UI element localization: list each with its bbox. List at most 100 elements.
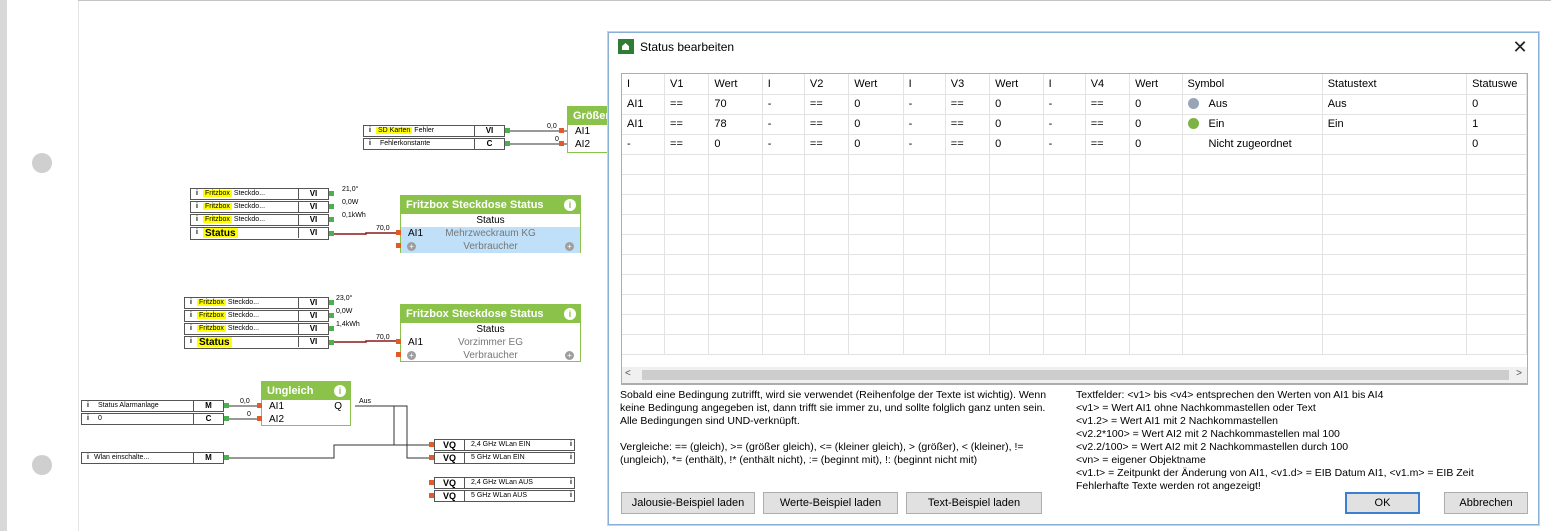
- input-pin[interactable]: [396, 230, 401, 235]
- block-input-ai1[interactable]: AI1 Q: [262, 400, 350, 413]
- table-cell[interactable]: [1466, 154, 1527, 175]
- table-cell[interactable]: [1043, 274, 1086, 295]
- table-cell[interactable]: [1182, 334, 1323, 355]
- table-cell[interactable]: [1322, 254, 1468, 275]
- table-cell[interactable]: 0: [708, 134, 763, 155]
- dialog-titlebar[interactable]: Status bearbeiten ✕: [609, 33, 1538, 61]
- column-header[interactable]: Statuswe: [1466, 74, 1527, 95]
- input-pin[interactable]: [257, 416, 262, 421]
- table-cell[interactable]: -: [1043, 114, 1086, 135]
- table-cell[interactable]: [664, 334, 710, 355]
- input-object[interactable]: i 0 C: [81, 413, 224, 425]
- table-cell[interactable]: [1129, 194, 1183, 215]
- empty-row[interactable]: [622, 254, 1527, 275]
- empty-row[interactable]: [622, 294, 1527, 315]
- column-header[interactable]: Wert: [989, 74, 1044, 95]
- load-text-example-button[interactable]: Text-Beispiel laden: [906, 492, 1042, 514]
- table-cell[interactable]: [848, 174, 904, 195]
- table-cell[interactable]: [1085, 194, 1131, 215]
- table-cell[interactable]: [762, 254, 805, 275]
- table-cell[interactable]: -: [762, 134, 805, 155]
- table-cell[interactable]: 0: [1466, 94, 1527, 115]
- input-pin[interactable]: [429, 493, 434, 498]
- table-cell[interactable]: [762, 294, 805, 315]
- output-pin[interactable]: [329, 300, 334, 305]
- table-cell[interactable]: [804, 294, 850, 315]
- column-header[interactable]: Wert: [848, 74, 904, 95]
- table-cell[interactable]: [664, 194, 710, 215]
- table-cell[interactable]: [664, 154, 710, 175]
- block-consumer-row[interactable]: + Verbraucher +: [401, 240, 580, 253]
- output-pin[interactable]: [329, 191, 334, 196]
- table-cell[interactable]: [622, 334, 666, 355]
- block-fritzbox-status-1[interactable]: Fritzbox Steckdose Status i Status Mehrzw…: [400, 195, 581, 253]
- table-cell[interactable]: [1322, 234, 1468, 255]
- table-cell[interactable]: [762, 154, 805, 175]
- cancel-button[interactable]: Abbrechen: [1444, 492, 1528, 514]
- table-cell[interactable]: 0: [1129, 94, 1183, 115]
- input-pin[interactable]: [429, 442, 434, 447]
- table-cell[interactable]: -: [903, 134, 946, 155]
- table-cell[interactable]: [708, 194, 763, 215]
- table-cell[interactable]: Nicht zugeordnet: [1182, 134, 1323, 155]
- column-header[interactable]: Wert: [1129, 74, 1183, 95]
- table-cell[interactable]: [622, 294, 666, 315]
- table-cell[interactable]: [664, 274, 710, 295]
- table-cell[interactable]: [762, 174, 805, 195]
- input-pin[interactable]: [429, 480, 434, 485]
- table-cell[interactable]: [1182, 314, 1323, 335]
- table-cell[interactable]: [989, 174, 1044, 195]
- table-cell[interactable]: [1043, 294, 1086, 315]
- empty-row[interactable]: [622, 174, 1527, 195]
- table-cell[interactable]: ==: [1085, 94, 1131, 115]
- empty-row[interactable]: [622, 154, 1527, 175]
- table-cell[interactable]: [804, 154, 850, 175]
- table-cell[interactable]: [945, 294, 991, 315]
- table-cell[interactable]: [762, 274, 805, 295]
- table-cell[interactable]: -: [903, 114, 946, 135]
- horizontal-scrollbar[interactable]: < >: [621, 367, 1528, 384]
- table-cell[interactable]: [804, 214, 850, 235]
- output-pin[interactable]: [329, 326, 334, 331]
- table-cell[interactable]: AI1: [622, 114, 666, 135]
- table-cell[interactable]: 0: [1466, 134, 1527, 155]
- block-output-q[interactable]: Q: [334, 400, 342, 413]
- table-cell[interactable]: [989, 254, 1044, 275]
- table-cell[interactable]: ==: [664, 114, 710, 135]
- table-cell[interactable]: [1043, 194, 1086, 215]
- table-cell[interactable]: ==: [1085, 134, 1131, 155]
- table-cell[interactable]: 0: [1129, 134, 1183, 155]
- table-cell[interactable]: [1043, 154, 1086, 175]
- table-cell[interactable]: [708, 274, 763, 295]
- table-cell[interactable]: [1043, 174, 1086, 195]
- table-cell[interactable]: [664, 234, 710, 255]
- output-object[interactable]: VQ 2,4 GHz WLan EIN i: [434, 439, 575, 451]
- table-cell[interactable]: [903, 234, 946, 255]
- table-cell[interactable]: [1466, 254, 1527, 275]
- input-object[interactable]: i SD Karten Fehler VI: [363, 125, 505, 137]
- table-cell[interactable]: [989, 194, 1044, 215]
- table-cell[interactable]: ==: [664, 134, 710, 155]
- table-cell[interactable]: [1322, 194, 1468, 215]
- table-cell[interactable]: [1466, 294, 1527, 315]
- table-cell[interactable]: ==: [804, 94, 850, 115]
- table-cell[interactable]: [1322, 334, 1468, 355]
- table-cell[interactable]: [1182, 154, 1323, 175]
- output-pin[interactable]: [329, 204, 334, 209]
- close-icon[interactable]: ✕: [1509, 36, 1531, 58]
- scrollbar-thumb[interactable]: [642, 370, 1509, 380]
- table-cell[interactable]: [1322, 274, 1468, 295]
- table-cell[interactable]: [1466, 214, 1527, 235]
- table-cell[interactable]: [708, 234, 763, 255]
- block-input-ai1[interactable]: Mehrzweckraum KG AI1: [401, 227, 580, 240]
- table-cell[interactable]: [1085, 214, 1131, 235]
- table-cell[interactable]: [622, 174, 666, 195]
- input-object[interactable]: i Fritzbox Steckdo... VI: [190, 188, 329, 200]
- column-header[interactable]: V2: [804, 74, 850, 95]
- table-cell[interactable]: [945, 334, 991, 355]
- load-values-example-button[interactable]: Werte-Beispiel laden: [763, 492, 898, 514]
- table-cell[interactable]: [1182, 274, 1323, 295]
- table-cell[interactable]: [762, 194, 805, 215]
- table-cell[interactable]: [1043, 214, 1086, 235]
- table-cell[interactable]: [708, 334, 763, 355]
